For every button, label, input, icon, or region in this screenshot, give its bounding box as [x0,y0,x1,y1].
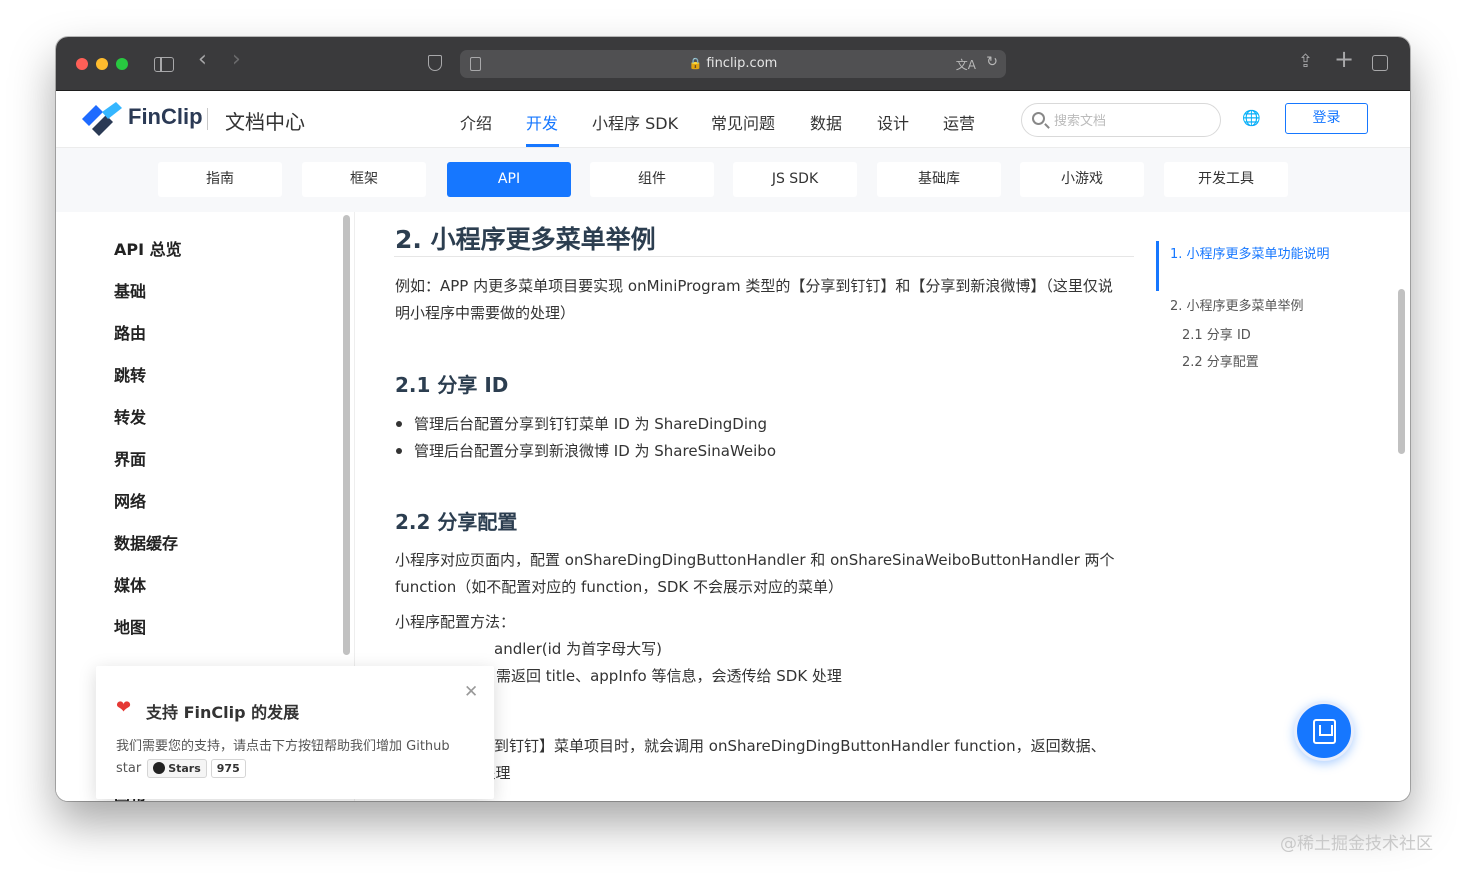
tab-js-sdk[interactable]: JS SDK [733,162,857,197]
sidebar-item-media[interactable]: 媒体 [114,572,146,596]
search-icon [1032,112,1045,125]
sidebar-item-api-overview[interactable]: API 总览 [114,236,182,260]
github-star-count[interactable]: 975 [210,759,246,778]
browser-toolbar: ‹ › 🔒 finclip.com 文A ↻ ⇪ + [56,37,1410,91]
section-heading: 2. 小程序更多菜单举例 [395,225,656,254]
tab-api[interactable]: API [447,162,571,197]
site-header: FinClip 文档中心 介绍 开发 小程序 SDK 常见问题 数据 设计 运营… [56,91,1410,148]
logo-separator [207,108,208,130]
result-line-2: 透传给 SDK 处理 [395,764,511,782]
translate-icon[interactable]: 文A [956,56,976,73]
nav-data[interactable]: 数据 [810,110,842,134]
sidebar-item-navigate[interactable]: 跳转 [114,362,146,386]
result-line-1: 到钉钉】菜单项目时，就会调用 onShareDingDingButtonHand… [494,737,1106,755]
zoom-window-button[interactable] [116,58,128,70]
lock-icon: 🔒 [688,57,703,70]
web-page: FinClip 文档中心 介绍 开发 小程序 SDK 常见问题 数据 设计 运营… [56,91,1410,801]
sidebar-item-map[interactable]: 地图 [114,614,146,638]
bullet-icon [396,420,402,427]
method-line-1: andler(id 为首字母大写) [494,640,662,658]
tab-base-lib[interactable]: 基础库 [877,162,1001,197]
logo-text[interactable]: FinClip [128,104,203,130]
tab-overview-icon[interactable] [1372,55,1388,71]
nav-faq[interactable]: 常见问题 [711,110,775,134]
tab-framework[interactable]: 框架 [302,162,426,197]
forward-icon[interactable]: › [232,49,241,71]
sidebar-scrollbar[interactable] [343,215,350,655]
minimize-window-button[interactable] [96,58,108,70]
share-icon[interactable]: ⇪ [1298,53,1313,71]
nav-design[interactable]: 设计 [877,110,909,134]
config-paragraph: 小程序对应页面内，配置 onShareDingDingButtonHandler… [395,551,1115,596]
api-category-tabs: 指南 框架 API 组件 JS SDK 基础库 小游戏 开发工具 [56,148,1410,212]
toc-item-1[interactable]: 1. 小程序更多菜单功能说明 [1170,245,1335,264]
doc-content: 2. 小程序更多菜单举例 例如：APP 内更多菜单项目要实现 onMiniPro… [394,212,1134,801]
heart-icon: ❤ [116,697,132,718]
method-paragraph: 小程序配置方法： [395,613,516,631]
search-input[interactable] [1054,110,1204,130]
back-icon[interactable]: ‹ [198,49,207,71]
popup-title: 支持 FinClip 的发展 [146,703,300,722]
bullet-icon [396,447,402,454]
tab-components[interactable]: 组件 [590,162,714,197]
heading-divider [394,256,1134,257]
nav-develop[interactable]: 开发 [526,110,558,134]
sidebar-item-network[interactable]: 网络 [114,488,146,512]
tab-guide[interactable]: 指南 [158,162,282,197]
watermark: @稀土掘金技术社区 [1280,834,1433,854]
intro-paragraph: 例如：APP 内更多菜单项目要实现 onMiniProgram 类型的【分享到钉… [395,277,1113,322]
nav-operation[interactable]: 运营 [943,110,975,134]
reload-icon[interactable]: ↻ [986,54,998,70]
nav-intro[interactable]: 介绍 [460,110,492,134]
close-icon[interactable]: ✕ [464,682,478,702]
list-item: 管理后台配置分享到钉钉菜单 ID 为 ShareDingDing [395,413,767,434]
sidebar-item-storage[interactable]: 数据缓存 [114,530,178,554]
close-window-button[interactable] [76,58,88,70]
page-scrollbar[interactable] [1398,289,1405,454]
toc-active-bar [1156,241,1159,291]
sidebar-item-routing[interactable]: 路由 [114,320,146,344]
github-icon [153,762,166,774]
nav-active-indicator [526,144,559,147]
login-button[interactable]: 登录 [1285,103,1368,134]
address-bar[interactable]: 🔒 finclip.com 文A ↻ [460,50,1006,78]
toc-item-2[interactable]: 2. 小程序更多菜单举例 [1170,297,1304,316]
mini-program-icon [1313,719,1336,744]
floating-action-button[interactable] [1294,701,1354,761]
sidebar-item-interface[interactable]: 界面 [114,446,146,470]
nav-mini-sdk[interactable]: 小程序 SDK [592,110,678,134]
tab-mini-game[interactable]: 小游戏 [1020,162,1144,197]
github-star-button[interactable]: Stars [147,759,207,778]
privacy-shield-icon[interactable] [428,55,442,71]
toc-item-2-1[interactable]: 2.1 分享 ID [1182,326,1251,345]
sidebar-item-basics[interactable]: 基础 [114,278,146,302]
subheading-share-id: 2.1 分享 ID [395,373,509,397]
browser-window: ‹ › 🔒 finclip.com 文A ↻ ⇪ + FinClip 文档中心 介… [56,37,1410,801]
url-text: 🔒 finclip.com [688,56,778,71]
subheading-share-config: 2.2 分享配置 [395,510,518,534]
search-box[interactable] [1021,103,1221,137]
method-line-2: 需返回 title、appInfo 等信息，会透传给 SDK 处理 [496,667,842,685]
language-switch-icon[interactable]: 🌐 [1242,109,1261,127]
popup-text: 我们需要您的支持，请点击下方按钮帮助我们增加 Github star Stars 9… [116,739,450,778]
toc-item-2-2[interactable]: 2.2 分享配置 [1182,353,1259,372]
sidebar-toggle-icon[interactable] [154,57,174,72]
support-popup: ❤ 支持 FinClip 的发展 ✕ 我们需要您的支持，请点击下方按钮帮助我们增… [96,666,494,799]
list-item: 管理后台配置分享到新浪微博 ID 为 ShareSinaWeibo [395,440,776,461]
new-tab-icon[interactable]: + [1334,47,1354,71]
doc-center-title[interactable]: 文档中心 [225,106,305,135]
sidebar-item-forward[interactable]: 转发 [114,404,146,428]
finclip-logo-icon[interactable] [80,102,124,136]
tab-dev-tools[interactable]: 开发工具 [1164,162,1288,197]
